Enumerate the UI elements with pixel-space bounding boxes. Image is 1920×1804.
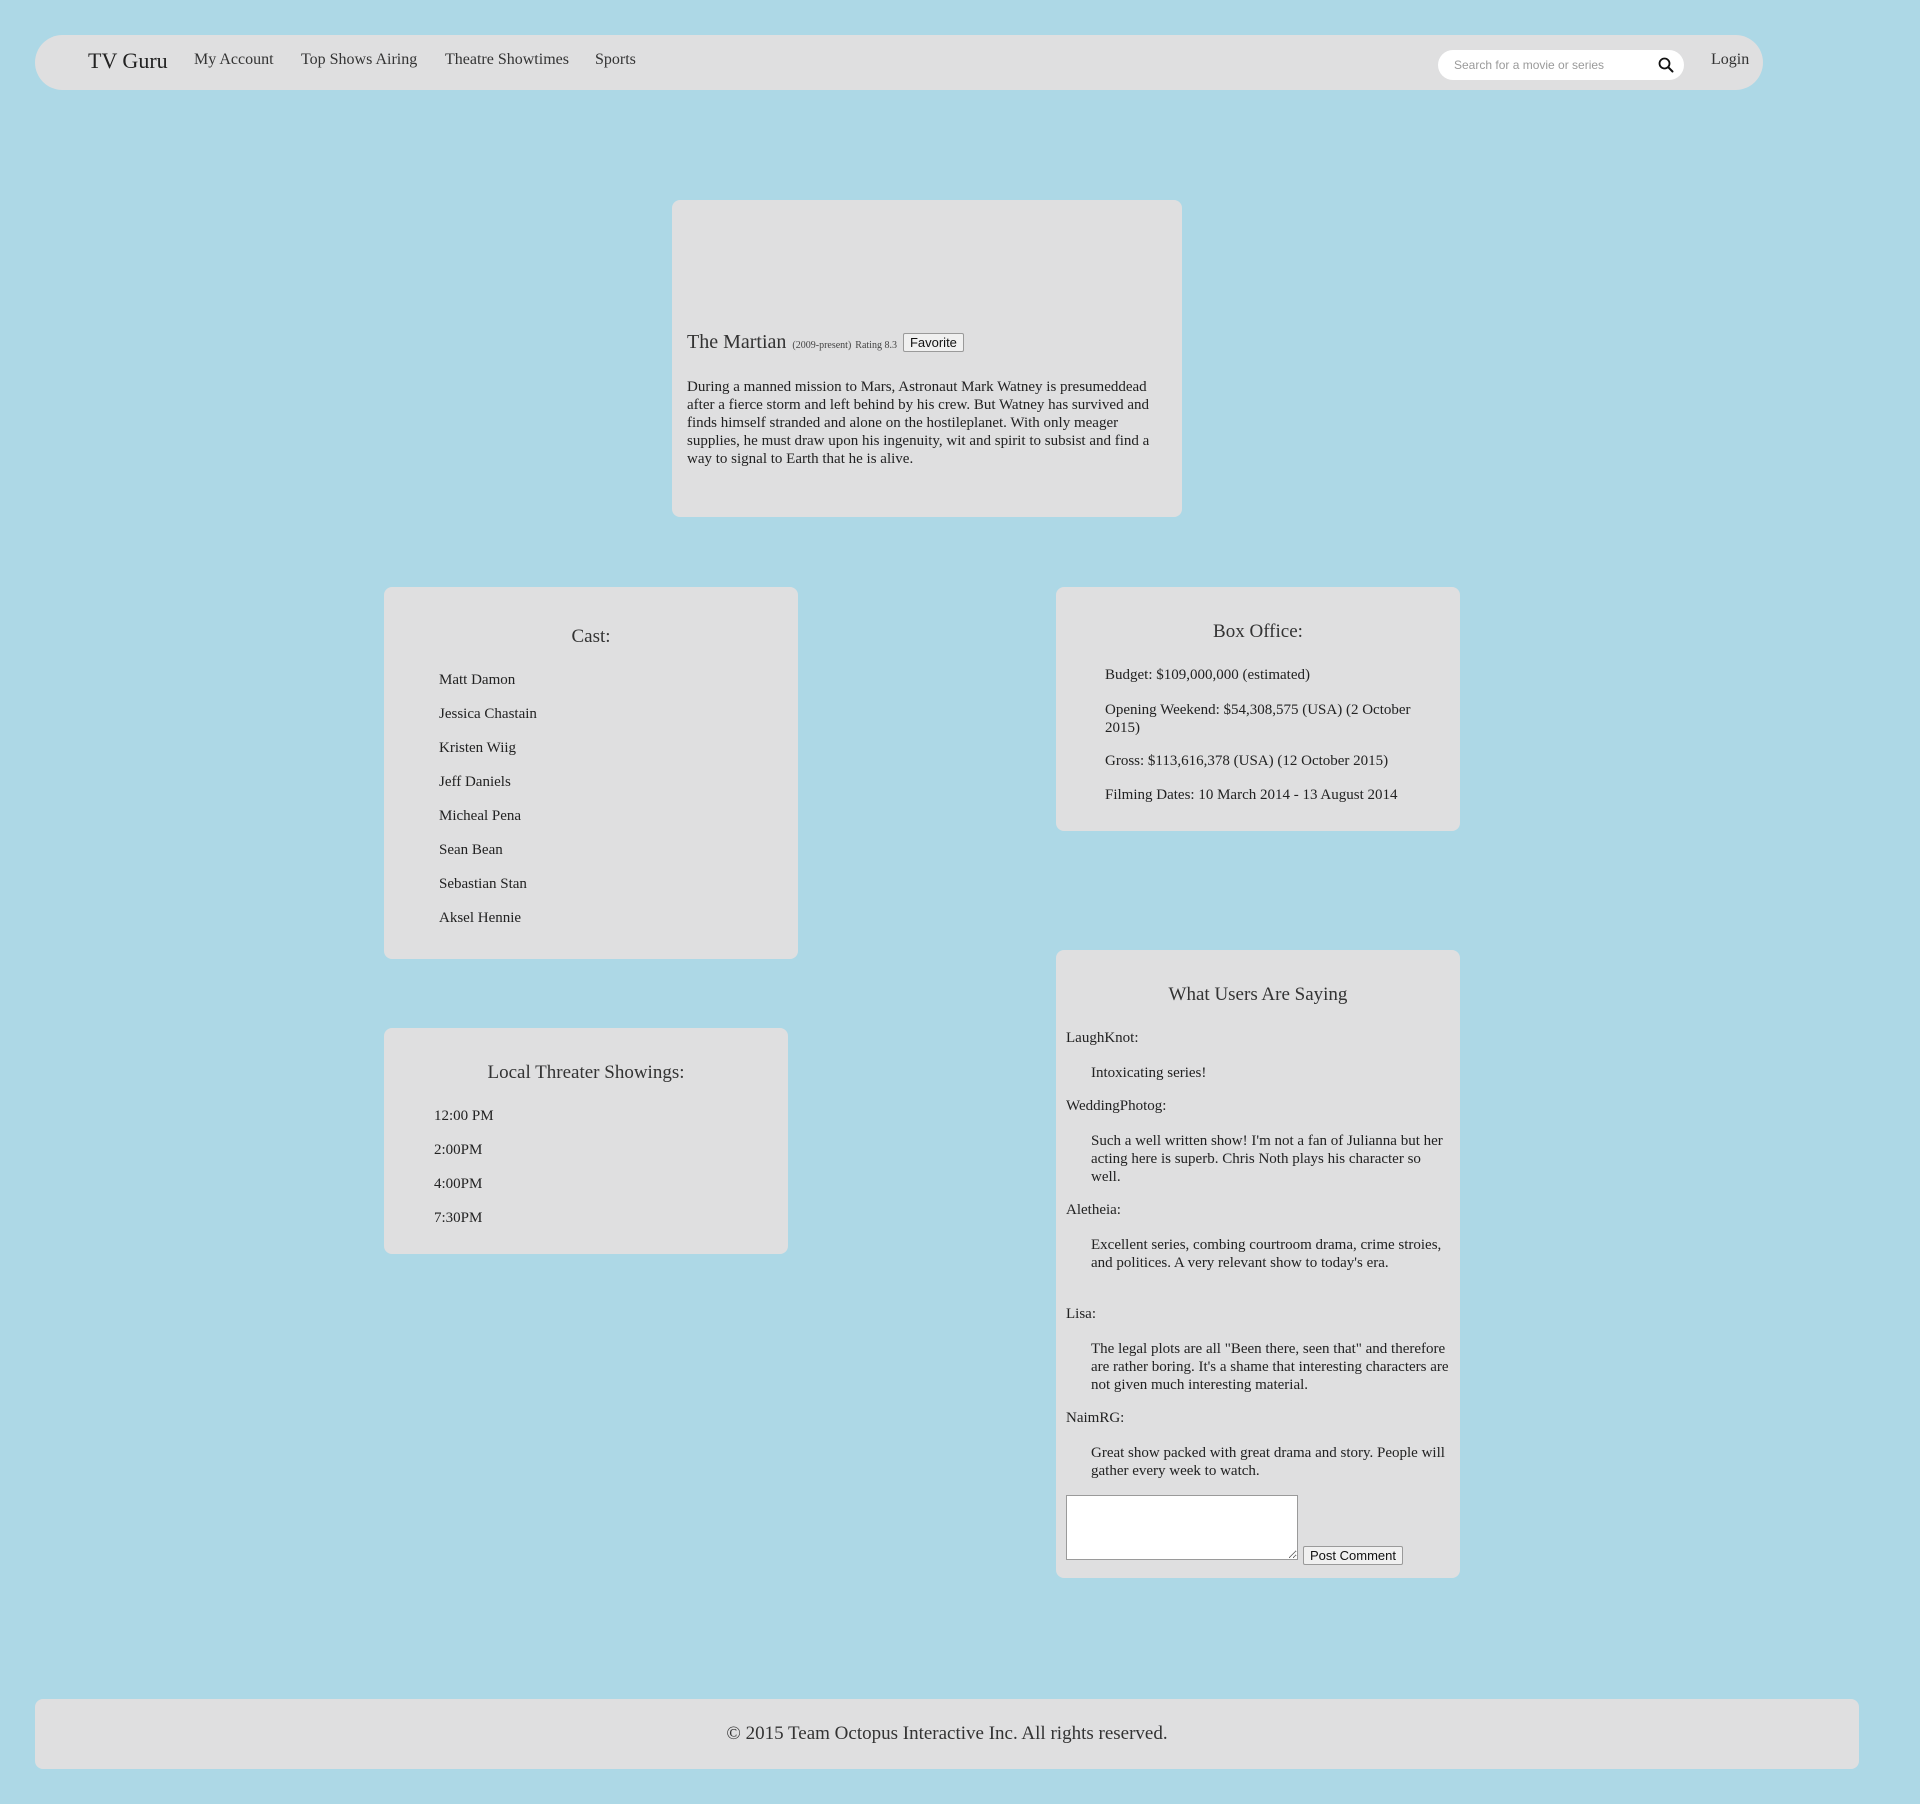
nav-link-top-shows[interactable]: Top Shows Airing (301, 51, 417, 69)
cast-heading: Cast: (571, 626, 611, 647)
showings-heading: Local Threater Showings: (487, 1062, 685, 1083)
footer-copyright: © 2015 Team Octopus Interactive Inc. All… (726, 1723, 1168, 1744)
review-text: Intoxicating series! (1091, 1065, 1207, 1081)
comment-textarea[interactable] (1066, 1495, 1298, 1560)
cast-member: Jessica Chastain (439, 706, 537, 722)
cast-member: Jeff Daniels (439, 774, 511, 790)
reviewer-name: Aletheia: (1066, 1202, 1121, 1218)
post-comment-button[interactable]: Post Comment (1303, 1546, 1403, 1565)
showings-panel: Local Threater Showings: 12:00 PM 2:00PM… (384, 1028, 788, 1254)
reviewer-name: LaughKnot: (1066, 1030, 1139, 1046)
nav-link-theatre-showtimes[interactable]: Theatre Showtimes (445, 51, 569, 69)
box-office-gross: Gross: $113,616,378 (USA) (12 October 20… (1105, 753, 1389, 769)
reviewer-name: WeddingPhotog: (1066, 1098, 1167, 1114)
review-text: Excellent series, combing courtroom dram… (1091, 1237, 1442, 1271)
box-office-filming-dates: Filming Dates: 10 March 2014 - 13 August… (1105, 787, 1398, 803)
review-text: Great show packed with great drama and s… (1091, 1445, 1445, 1479)
reviewer-name: Lisa: (1066, 1306, 1096, 1322)
favorite-button[interactable]: Favorite (902, 333, 964, 352)
showtime: 7:30PM (434, 1210, 483, 1226)
movie-title: The Martian (687, 331, 787, 353)
showtime: 12:00 PM (434, 1108, 494, 1124)
movie-rating: Rating 8.3 (855, 340, 897, 351)
login-link[interactable]: Login (1711, 51, 1749, 69)
movie-years: (2009-present) (792, 340, 852, 351)
cast-member: Matt Damon (439, 672, 516, 688)
reviews-heading: What Users Are Saying (1168, 984, 1348, 1005)
footer: © 2015 Team Octopus Interactive Inc. All… (35, 1699, 1859, 1769)
search-input[interactable] (1452, 54, 1652, 76)
reviewer-name: NaimRG: (1066, 1410, 1125, 1426)
search-box (1438, 50, 1684, 80)
box-office-panel: Box Office: Budget: $109,000,000 (estima… (1056, 587, 1460, 831)
box-office-heading: Box Office: (1213, 621, 1303, 642)
movie-card: The Martian (2009-present) Rating 8.3 Fa… (672, 200, 1182, 517)
nav-link-my-account[interactable]: My Account (194, 51, 274, 69)
cast-member: Kristen Wiig (439, 740, 517, 756)
cast-panel: Cast: Matt Damon Jessica Chastain Kriste… (384, 587, 798, 959)
box-office-budget: Budget: $109,000,000 (estimated) (1105, 667, 1310, 683)
box-office-opening-weekend: Opening Weekend: $54,308,575 (USA) (2 Oc… (1105, 702, 1411, 736)
brand-logo[interactable]: TV Guru (88, 48, 168, 74)
reviews-panel: What Users Are Saying LaughKnot: Intoxic… (1056, 950, 1460, 1578)
cast-member: Micheal Pena (439, 808, 522, 824)
navbar: TV Guru My Account Top Shows Airing Thea… (35, 35, 1763, 90)
cast-member: Sebastian Stan (439, 876, 527, 892)
cast-member: Aksel Hennie (439, 910, 522, 926)
showtime: 4:00PM (434, 1176, 483, 1192)
movie-description: During a manned mission to Mars, Astrona… (687, 379, 1150, 467)
movie-title-row: The Martian (2009-present) Rating 8.3 Fa… (687, 331, 964, 354)
review-text: The legal plots are all "Been there, see… (1091, 1341, 1449, 1393)
cast-member: Sean Bean (439, 842, 503, 858)
nav-link-sports[interactable]: Sports (595, 51, 636, 69)
showtime: 2:00PM (434, 1142, 483, 1158)
search-icon[interactable] (1656, 55, 1676, 75)
review-text: Such a well written show! I'm not a fan … (1091, 1133, 1443, 1185)
